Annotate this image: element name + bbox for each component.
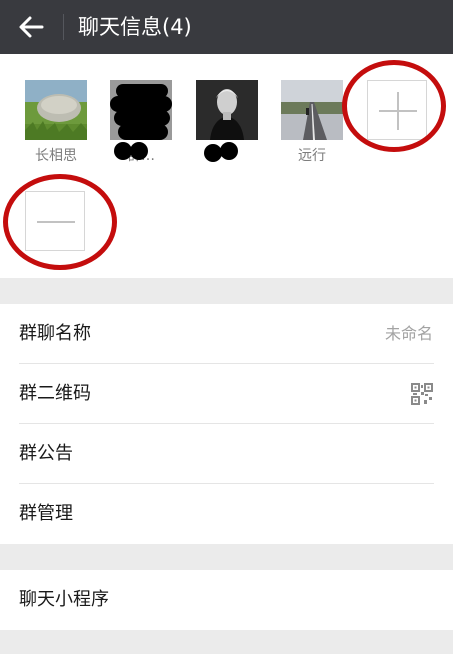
avatar[interactable] [196, 80, 258, 140]
group-name-value: 未命名 [384, 324, 433, 343]
section-gap [0, 544, 453, 570]
redaction-mark [130, 142, 148, 160]
member-name: 长相思 [35, 148, 77, 164]
title-bar: 聊天信息(4) [0, 0, 453, 54]
title-divider [63, 14, 64, 40]
redaction-mark [118, 124, 168, 140]
group-manage-row[interactable]: 群管理 [0, 484, 453, 544]
row-label: 群公告 [19, 443, 73, 464]
row-label: 群管理 [19, 503, 73, 524]
members-grid: 长相思 群… … [0, 54, 453, 278]
page-title: 聊天信息(4) [78, 15, 192, 39]
section-gap [0, 630, 453, 654]
row-label: 聊天小程序 [19, 589, 109, 610]
member-name: 远行 [298, 148, 326, 164]
group-name-row[interactable]: 群聊名称 未命名 [0, 304, 453, 364]
highlight-ring [342, 60, 446, 152]
group-notice-row[interactable]: 群公告 [0, 424, 453, 484]
group-qr-row[interactable]: 群二维码 [0, 364, 453, 424]
row-label: 群二维码 [19, 383, 91, 404]
row-label: 群聊名称 [19, 323, 91, 344]
qr-code-icon [411, 383, 433, 405]
highlight-ring [3, 174, 117, 270]
avatar[interactable] [25, 80, 87, 140]
section-gap [0, 278, 453, 304]
mini-programs-row[interactable]: 聊天小程序 [0, 570, 453, 630]
avatar[interactable] [110, 80, 172, 140]
avatar[interactable] [281, 80, 343, 140]
redaction-mark [220, 142, 238, 160]
back-arrow-icon[interactable] [16, 12, 48, 42]
